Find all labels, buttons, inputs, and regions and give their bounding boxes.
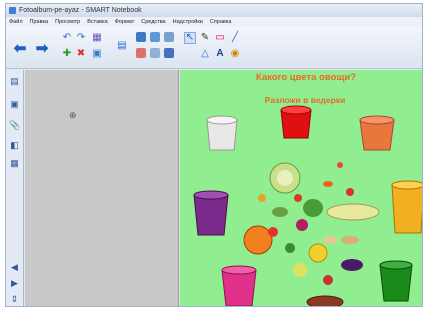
beet[interactable]	[296, 219, 308, 231]
pumpkin[interactable]	[243, 225, 273, 255]
attachments-icon[interactable]: 📎	[9, 120, 20, 131]
menu-file[interactable]: Файл	[9, 19, 23, 25]
yellow-pepper[interactable]	[308, 243, 328, 263]
addons-icon[interactable]: ▦	[9, 158, 20, 169]
tomato[interactable]	[268, 227, 278, 237]
document-icon[interactable]	[150, 48, 160, 58]
eggplant[interactable]	[341, 259, 363, 271]
zucchini[interactable]	[326, 203, 380, 221]
apricot[interactable]	[258, 194, 266, 202]
arrow-right-icon[interactable]: ▶	[9, 278, 20, 289]
fill-button[interactable]: ◉	[229, 48, 241, 60]
undo-button[interactable]: ↶	[61, 32, 73, 44]
green-pepper[interactable]	[303, 199, 323, 217]
app-icon	[9, 7, 16, 14]
shapes-button[interactable]: △	[199, 48, 211, 60]
redo-button[interactable]: ↷	[75, 32, 87, 44]
back-button[interactable]: ⬅	[12, 40, 28, 57]
add-page-button[interactable]: ✚	[61, 48, 73, 60]
refresh-icon[interactable]	[164, 32, 174, 42]
cherry-tomato[interactable]	[346, 188, 354, 196]
red-onion[interactable]	[323, 275, 333, 285]
menu-view[interactable]: Просмотр	[55, 19, 80, 25]
cucumber[interactable]	[272, 207, 288, 217]
menu-addons[interactable]: Надстройки	[173, 19, 203, 25]
carrot[interactable]	[323, 181, 333, 187]
camera-icon[interactable]	[136, 32, 146, 42]
eraser-button[interactable]: ▭	[214, 32, 226, 44]
pen-button[interactable]: ✎	[199, 32, 211, 44]
forward-button[interactable]: ➡	[34, 40, 50, 57]
menu-insert[interactable]: Вставка	[87, 19, 107, 25]
delete-button[interactable]: ✖	[75, 48, 87, 60]
pink-bucket[interactable]	[221, 265, 257, 306]
yellow-bucket[interactable]	[391, 180, 423, 234]
menu-format[interactable]: Формат	[115, 19, 135, 25]
record-icon[interactable]	[136, 48, 146, 58]
grid-icon[interactable]	[164, 48, 174, 58]
page-sorter-icon[interactable]: ▤	[9, 76, 20, 87]
arrow-left-icon[interactable]: ◀	[9, 262, 20, 273]
menu-help[interactable]: Справка	[210, 19, 232, 25]
line-button[interactable]: ╱	[229, 32, 241, 44]
menu-tools[interactable]: Средства	[141, 19, 165, 25]
radish[interactable]	[294, 194, 302, 202]
side-panel: ⊕	[25, 70, 179, 306]
red-bucket[interactable]	[280, 105, 312, 139]
orange-bucket[interactable]	[359, 115, 395, 151]
notebook-page[interactable]: Какого цвета овощи? Разложи в ведерки	[180, 70, 423, 307]
broccoli[interactable]	[285, 243, 295, 253]
pin-icon[interactable]: ⇕	[9, 294, 20, 305]
select-button[interactable]: ↖	[184, 32, 196, 44]
gallery-icon[interactable]: ▣	[9, 99, 20, 110]
smart-notebook-window: Fotoalbum-pe-ayaz - SMART Notebook Файл …	[5, 3, 423, 307]
corn[interactable]	[293, 263, 307, 277]
brown-bucket[interactable]	[306, 295, 344, 307]
slide-graphics	[193, 105, 423, 307]
screen-shade-button[interactable]: ▦	[91, 32, 103, 44]
title-bar: Fotoalbum-pe-ayaz - SMART Notebook	[6, 4, 422, 17]
capture-button[interactable]: ▣	[91, 48, 103, 60]
cursor-icon: ⊕	[69, 110, 77, 120]
menu-bar: Файл Правка Просмотр Вставка Формат Сред…	[6, 17, 422, 27]
toolbar-icon-cluster-a	[136, 32, 180, 62]
green-bucket[interactable]	[379, 260, 413, 302]
purple-bucket[interactable]	[193, 190, 229, 236]
window-title: Fotoalbum-pe-ayaz - SMART Notebook	[19, 7, 142, 14]
zoom-icon[interactable]	[150, 32, 160, 42]
text-button[interactable]: A	[214, 48, 226, 60]
left-sidebar: ▤ ▣ 📎 ◧ ▦ ◀ ▶ ⇕	[6, 70, 24, 306]
potato[interactable]	[341, 236, 359, 244]
cabbage-heart	[277, 170, 293, 186]
menu-edit[interactable]: Правка	[30, 19, 49, 25]
toolbar: ⬅ ➡ ↶ ↷ ✚ ✖ ▦ ▣ ▤ ↖ ✎ ▭ ╱ △ A ◉	[6, 27, 422, 69]
white-bucket[interactable]	[206, 115, 238, 151]
properties-icon[interactable]: ◧	[9, 140, 20, 151]
table-button[interactable]: ▤	[116, 40, 128, 52]
onion[interactable]	[323, 236, 337, 244]
strawberry[interactable]	[337, 162, 343, 168]
